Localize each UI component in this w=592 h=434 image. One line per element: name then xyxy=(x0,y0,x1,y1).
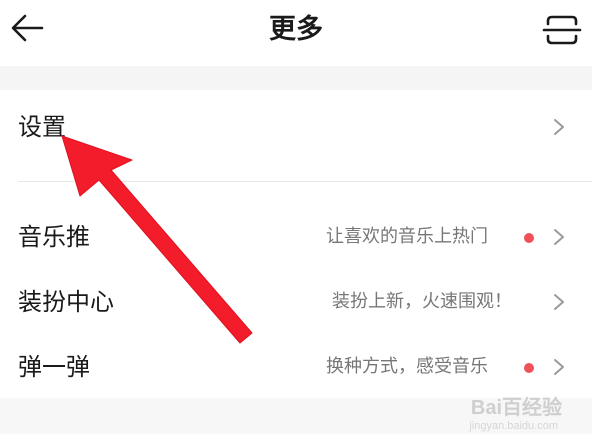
watermark-url: jingyan.baidu.com xyxy=(469,420,558,432)
settings-row[interactable]: 设置 xyxy=(0,96,592,158)
badge-dot xyxy=(524,363,534,373)
chevron-right-icon xyxy=(554,294,564,310)
scan-icon xyxy=(542,15,582,45)
menu-row-subtitle: 换种方式，感受音乐 xyxy=(326,356,488,377)
menu-row-label: 装扮中心 xyxy=(18,288,114,316)
settings-label: 设置 xyxy=(18,113,66,141)
chevron-right-icon xyxy=(554,119,564,135)
page-title: 更多 xyxy=(269,14,323,45)
scan-button[interactable] xyxy=(540,10,584,50)
badge-dot xyxy=(524,233,534,243)
arrow-left-icon xyxy=(11,14,44,42)
menu-row-music-push[interactable]: 音乐推 让喜欢的音乐上热门 xyxy=(0,206,592,268)
menu-row-label: 音乐推 xyxy=(18,223,90,251)
menu-row-subtitle: 装扮上新，火速围观！ xyxy=(332,291,512,312)
more-screen: 更多 设置 音乐推 让喜欢的音乐上热门 装扮中心 装扮上新，火速围观！ 弹一弹 … xyxy=(0,0,592,434)
chevron-right-icon xyxy=(554,229,564,245)
header-bar: 更多 xyxy=(0,0,592,66)
divider xyxy=(18,181,592,182)
section-gap xyxy=(0,66,592,90)
menu-row-subtitle: 让喜欢的音乐上热门 xyxy=(326,226,488,247)
menu-row-label: 弹一弹 xyxy=(18,353,90,381)
chevron-right-icon xyxy=(554,359,564,375)
back-button[interactable] xyxy=(6,8,50,48)
watermark-logo: Bai百经验 xyxy=(470,397,562,419)
menu-row-bounce[interactable]: 弹一弹 换种方式，感受音乐 xyxy=(0,336,592,398)
menu-row-dressup-center[interactable]: 装扮中心 装扮上新，火速围观！ xyxy=(0,271,592,333)
